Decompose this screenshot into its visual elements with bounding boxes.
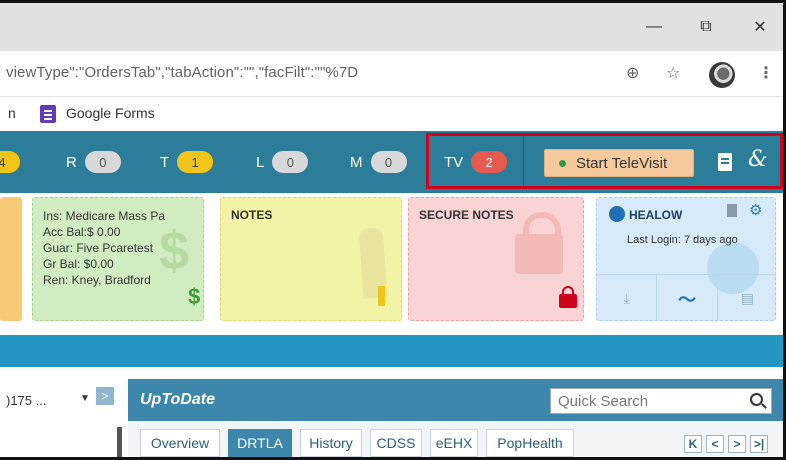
browser-title-bar: — ⧉ ✕	[0, 3, 783, 51]
zoom-icon[interactable]: ⊕	[626, 63, 639, 83]
chip-letter: M	[350, 153, 363, 171]
chip-letter: T	[160, 153, 170, 171]
uptodate-panel: UpToDate Quick Search Overview DRTLA His…	[128, 379, 783, 457]
notes-card[interactable]: NOTES	[220, 197, 402, 321]
healow-logo-icon	[609, 206, 625, 222]
notes-title: NOTES	[231, 208, 273, 222]
last-page-icon[interactable]: >|	[750, 435, 768, 453]
chip-count: 4	[0, 151, 20, 173]
search-icon[interactable]	[750, 393, 763, 406]
tab-cdss[interactable]: CDSS	[370, 429, 422, 457]
filter-select[interactable]: )175 ... ▼	[6, 389, 92, 411]
address-url[interactable]: viewType":"OrdersTab","tabAction":"","fa…	[6, 64, 358, 81]
next-page-icon[interactable]: >	[728, 435, 746, 453]
next-arrow-button[interactable]: >	[96, 387, 114, 405]
restore-button[interactable]: ⧉	[686, 13, 726, 41]
lock-watermark-icon	[515, 212, 563, 274]
lock-icon	[559, 286, 577, 308]
scrollbar[interactable]	[117, 427, 122, 457]
chip-truncated[interactable]: 4	[0, 149, 20, 175]
minimize-button[interactable]: —	[634, 13, 674, 41]
last-login-text: Last Login: 7 days ago	[627, 234, 738, 246]
chip-count: 0	[370, 151, 407, 173]
bookmark-icon[interactable]	[727, 204, 737, 217]
bookmark-truncated[interactable]: n	[8, 105, 16, 121]
tab-eehx[interactable]: eEHX	[430, 429, 478, 457]
address-bar-row: viewType":"OrdersTab","tabAction":"","fa…	[0, 51, 783, 97]
card-truncated[interactable]	[0, 197, 22, 321]
document-icon[interactable]: ▤	[718, 275, 775, 320]
chip-m[interactable]: M 0	[350, 149, 407, 175]
chip-count: 0	[272, 151, 309, 173]
gear-icon[interactable]: ⚙	[749, 201, 762, 219]
chip-l[interactable]: L 0	[256, 149, 309, 175]
bookmarks-bar: n Google Forms	[0, 97, 783, 131]
billing-line: Guar: Five Pcaretest	[43, 241, 154, 255]
download-icon[interactable]: ⤓	[597, 275, 658, 320]
summary-cards: $ Ins: Medicare Mass Pa Acc Bal:$ 0.00 G…	[0, 193, 783, 331]
pencil-icon	[378, 286, 385, 306]
chip-t[interactable]: T 1	[160, 149, 214, 175]
tab-pophealth[interactable]: PopHealth	[486, 429, 574, 457]
kebab-menu-icon[interactable]: ⋮	[758, 63, 774, 83]
chip-r[interactable]: R 0	[66, 149, 121, 175]
billing-card[interactable]: $ Ins: Medicare Mass Pa Acc Bal:$ 0.00 G…	[32, 197, 204, 321]
star-icon[interactable]: ☆	[666, 63, 680, 83]
healow-card[interactable]: HEALOW ⚙ Last Login: 7 days ago ⤓ 〜 ▤	[596, 197, 776, 321]
close-button[interactable]: ✕	[740, 13, 780, 41]
caret-down-icon: ▼	[80, 393, 90, 404]
chip-count: 1	[177, 151, 214, 173]
tab-overview[interactable]: Overview	[140, 429, 220, 457]
healow-toolbar: ⤓ 〜 ▤	[597, 274, 775, 320]
trend-icon[interactable]: 〜	[657, 275, 718, 320]
chip-count: 0	[84, 151, 121, 173]
chip-letter: R	[66, 153, 77, 171]
bottom-panel: )175 ... ▼ > UpToDate Quick Search Overv…	[0, 367, 783, 457]
tab-history[interactable]: History	[300, 429, 362, 457]
billing-line: Ren: Kney, Bradford	[43, 273, 151, 287]
billing-info: Ins: Medicare Mass Pa Acc Bal:$ 0.00 Gua…	[43, 208, 165, 288]
bookmark-google-forms[interactable]: Google Forms	[66, 105, 155, 121]
prev-page-icon[interactable]: <	[706, 435, 724, 453]
first-page-icon[interactable]: K	[684, 435, 702, 453]
uptodate-header: UpToDate Quick Search	[128, 379, 783, 421]
chip-letter: L	[256, 153, 265, 171]
billing-line: Ins: Medicare Mass Pa	[43, 209, 166, 223]
avatar[interactable]	[709, 62, 735, 88]
healow-title: HEALOW	[629, 208, 683, 222]
quick-search-input[interactable]: Quick Search	[550, 388, 772, 414]
uptodate-title: UpToDate	[140, 391, 215, 408]
secure-notes-card[interactable]: SECURE NOTES	[408, 197, 584, 321]
filter-select-value: )175 ...	[6, 392, 47, 408]
billing-line: Acc Bal:$ 0.00	[43, 225, 121, 239]
highlight-box	[426, 133, 783, 189]
dollar-icon: $	[188, 284, 201, 309]
tab-drtla[interactable]: DRTLA	[228, 429, 292, 457]
billing-line: Gr Bal: $0.00	[43, 257, 114, 271]
uptodate-tabs: Overview DRTLA History CDSS eEHX PopHeal…	[128, 421, 783, 457]
app-window: — ⧉ ✕ viewType":"OrdersTab","tabAction":…	[0, 0, 786, 460]
section-divider-bar	[0, 335, 783, 367]
google-forms-icon	[40, 105, 56, 123]
secure-notes-title: SECURE NOTES	[419, 208, 514, 222]
